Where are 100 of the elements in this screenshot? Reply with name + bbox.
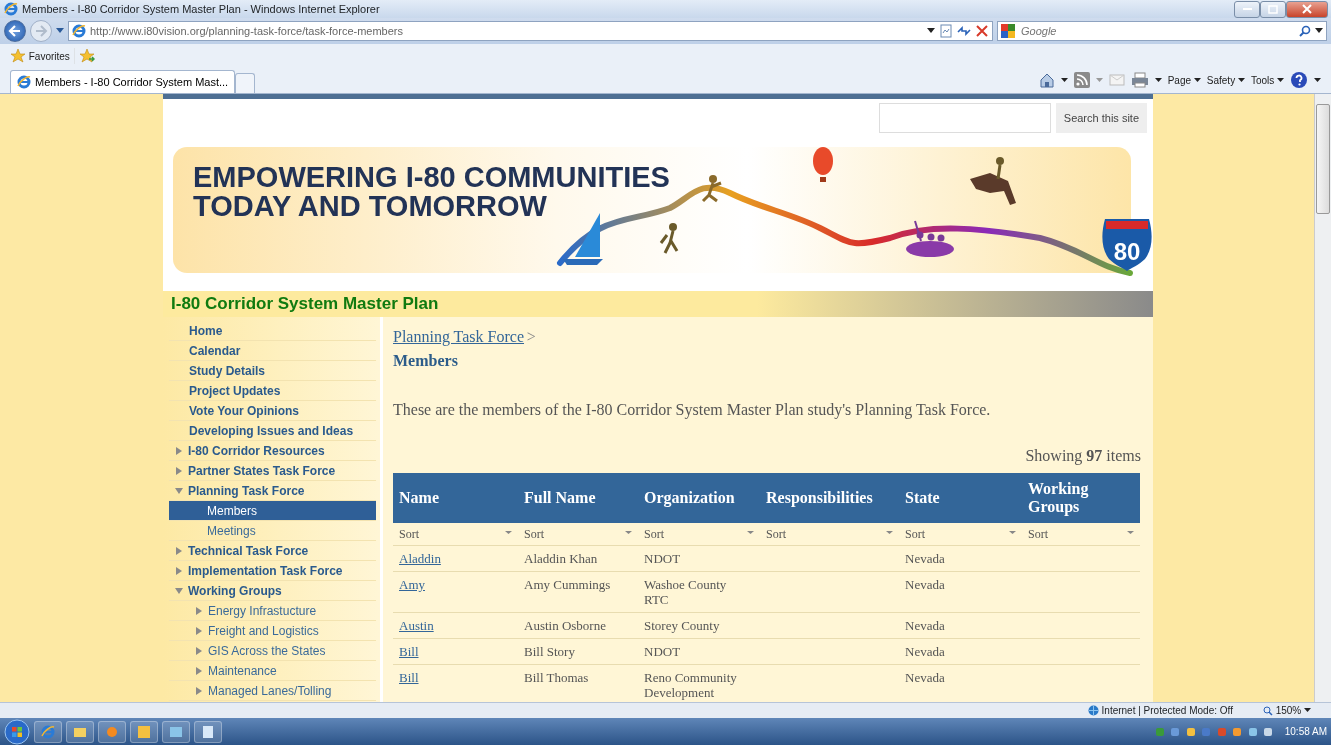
- tray-icon[interactable]: [1185, 726, 1196, 737]
- table-cell: Bill Story: [518, 638, 638, 665]
- taskbar-button[interactable]: [130, 720, 158, 743]
- sidebar-item[interactable]: Partner States Task Force: [169, 461, 376, 481]
- expand-arrow-icon[interactable]: [195, 646, 203, 655]
- sidebar-item[interactable]: I-80 Corridor Resources: [169, 441, 376, 461]
- printer-icon[interactable]: [1130, 72, 1149, 88]
- back-button[interactable]: [4, 20, 26, 42]
- maximize-button[interactable]: [1260, 0, 1287, 18]
- column-header[interactable]: Full Name: [518, 473, 638, 523]
- expand-arrow-icon[interactable]: [195, 626, 203, 635]
- tray-icon[interactable]: [1154, 726, 1165, 737]
- sort-dropdown[interactable]: Sort: [644, 525, 754, 543]
- sort-dropdown[interactable]: Sort: [1028, 525, 1134, 543]
- sidebar-item[interactable]: Technical Task Force: [169, 541, 376, 561]
- minimize-button[interactable]: [1234, 0, 1261, 18]
- stop-icon[interactable]: [975, 24, 989, 38]
- feed-icon[interactable]: [1073, 72, 1090, 88]
- expand-arrow-icon[interactable]: [175, 486, 183, 495]
- column-header[interactable]: Responsibilities: [760, 473, 899, 523]
- dropdown-arrow-icon[interactable]: [1060, 77, 1068, 83]
- sidebar-item[interactable]: Calendar: [169, 341, 376, 361]
- sort-dropdown[interactable]: Sort: [905, 525, 1016, 543]
- help-icon[interactable]: [1290, 71, 1308, 89]
- start-button[interactable]: [4, 718, 30, 745]
- site-search-field[interactable]: [878, 103, 1051, 133]
- tray-icon[interactable]: [1232, 726, 1243, 737]
- sidebar-item[interactable]: Freight and Logistics: [169, 621, 376, 641]
- taskbar-button[interactable]: [194, 720, 222, 743]
- search-box[interactable]: Google: [997, 21, 1327, 41]
- table-cell: Storey County: [638, 612, 760, 639]
- member-link[interactable]: Bill: [399, 644, 419, 659]
- taskbar-button[interactable]: [66, 720, 94, 743]
- sort-dropdown[interactable]: Sort: [399, 525, 512, 543]
- address-field[interactable]: http://www.i80vision.org/planning-task-force/task-force-members: [68, 21, 993, 41]
- search-icon[interactable]: [1299, 25, 1311, 37]
- new-tab-button[interactable]: [235, 73, 256, 93]
- sidebar-item[interactable]: Vote Your Opinions: [169, 401, 376, 421]
- page-heading: Members: [393, 351, 459, 371]
- taskbar-button[interactable]: [98, 720, 126, 743]
- browser-tab[interactable]: Members - I-80 Corridor System Mast...: [10, 70, 236, 93]
- sort-dropdown[interactable]: Sort: [766, 525, 893, 543]
- zoom-button[interactable]: 150%: [1262, 703, 1311, 718]
- breadcrumb-link[interactable]: Planning Task Force: [393, 328, 524, 345]
- refresh-icon[interactable]: [957, 24, 971, 38]
- tray-icon[interactable]: [1263, 726, 1274, 737]
- taskbar-button[interactable]: [162, 720, 190, 743]
- dropdown-arrow-icon[interactable]: [1314, 77, 1321, 83]
- sidebar-item[interactable]: Study Details: [169, 361, 376, 381]
- search-button[interactable]: Search this site: [1055, 103, 1147, 133]
- dropdown-arrow-icon[interactable]: [927, 28, 935, 34]
- expand-arrow-icon[interactable]: [195, 606, 203, 615]
- expand-arrow-icon[interactable]: [175, 446, 183, 455]
- sidebar-item[interactable]: Members: [169, 501, 376, 521]
- home-icon[interactable]: [1038, 72, 1055, 88]
- add-favorite-icon[interactable]: [78, 48, 95, 64]
- expand-arrow-icon[interactable]: [195, 686, 203, 695]
- favorites-button[interactable]: Favorites: [10, 48, 70, 64]
- sidebar-item[interactable]: Home: [169, 321, 376, 341]
- member-link[interactable]: Aladdin: [399, 551, 441, 566]
- close-button[interactable]: [1286, 0, 1329, 18]
- sidebar-item[interactable]: Working Groups: [169, 581, 376, 601]
- column-header[interactable]: Organization: [638, 473, 760, 523]
- table-cell: NDOT: [638, 545, 760, 572]
- sidebar-item[interactable]: Managed Lanes/Tolling: [169, 681, 376, 701]
- taskbar-clock[interactable]: 10:58 AM: [1284, 724, 1327, 739]
- command-menu-button[interactable]: Safety: [1206, 72, 1245, 88]
- sidebar-item[interactable]: Project Updates: [169, 381, 376, 401]
- dropdown-arrow-icon[interactable]: [1315, 28, 1323, 34]
- column-header[interactable]: State: [899, 473, 1022, 523]
- column-header[interactable]: Name: [393, 473, 518, 523]
- taskbar-button[interactable]: [34, 720, 62, 743]
- shield-number: 80: [1113, 238, 1141, 265]
- scrollbar[interactable]: [1314, 94, 1331, 702]
- expand-arrow-icon[interactable]: [195, 666, 203, 675]
- command-menu-button[interactable]: Page: [1167, 72, 1201, 88]
- sidebar-item[interactable]: GIS Across the States: [169, 641, 376, 661]
- expand-arrow-icon[interactable]: [175, 586, 183, 595]
- caret-icon: [1237, 77, 1245, 83]
- sidebar-item[interactable]: Energy Infrastucture: [169, 601, 376, 621]
- expand-arrow-icon[interactable]: [175, 566, 183, 575]
- expand-arrow-icon[interactable]: [175, 466, 183, 475]
- dropdown-arrow-icon[interactable]: [1154, 77, 1162, 83]
- expand-arrow-icon[interactable]: [175, 546, 183, 555]
- sidebar-item[interactable]: Maintenance: [169, 661, 376, 681]
- browser-logo-icon: [72, 24, 86, 38]
- tray-icon[interactable]: [1170, 726, 1181, 737]
- sidebar-item[interactable]: Meetings: [169, 521, 376, 541]
- banner-headline: EMPOWERING I-80 COMMUNITIES TODAY AND TOMORROW: [193, 163, 670, 221]
- globe-icon: [1087, 705, 1099, 716]
- close-icon: [1302, 4, 1313, 14]
- member-link[interactable]: Amy: [399, 577, 425, 592]
- column-header[interactable]: Working Groups: [1022, 473, 1140, 523]
- member-link[interactable]: Austin: [399, 618, 434, 633]
- sort-dropdown[interactable]: Sort: [524, 525, 632, 543]
- command-menu-button[interactable]: Tools: [1250, 72, 1284, 88]
- sidebar-item[interactable]: Developing Issues and Ideas: [169, 421, 376, 441]
- member-link[interactable]: Bill: [399, 670, 419, 685]
- tray-icon[interactable]: [1247, 726, 1258, 737]
- sidebar-item[interactable]: Implementation Task Force: [169, 561, 376, 581]
